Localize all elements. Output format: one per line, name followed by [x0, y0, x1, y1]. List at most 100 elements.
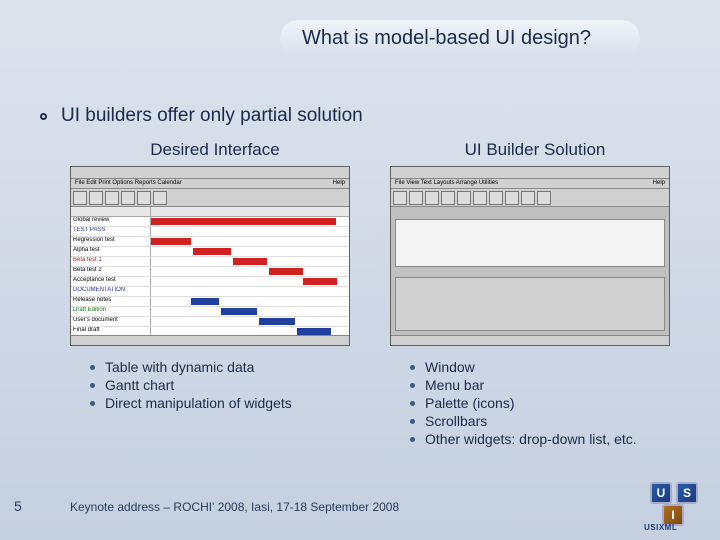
gantt-label: Release notes [71, 297, 151, 306]
gantt-row: Acceptance test [71, 277, 349, 287]
gantt-row: TEST PASS [71, 227, 349, 237]
mock-statusbar [71, 335, 349, 345]
gantt-row: DOCUMENTATION [71, 287, 349, 297]
gantt-label: Acceptance test [71, 277, 151, 286]
list-item: Palette (icons) [410, 394, 680, 412]
logo-block: U [650, 482, 672, 504]
gantt-label: Beta test 2 [71, 267, 151, 276]
mock-titlebar [391, 167, 669, 179]
right-bullets: Window Menu barPalette (icons)Scrollbars O… [410, 358, 680, 448]
list-item: Other widgets: drop-down list, etc. [410, 430, 680, 448]
gantt-row: User's document [71, 317, 349, 327]
gantt-label: Final draft [71, 327, 151, 335]
bullet-icon [40, 113, 47, 120]
gantt-row: Final draft [71, 327, 349, 335]
gantt-row: Alpha test [71, 247, 349, 257]
tool-icon [441, 191, 455, 205]
logo-block: S [676, 482, 698, 504]
builder-solution-screenshot: File View Text Layouts Arrange Utilities… [390, 166, 670, 346]
bullet-icon [90, 401, 95, 406]
bullet-icon [410, 401, 415, 406]
list-item-text: Window [425, 359, 475, 375]
mock-menu-right: Help [333, 180, 345, 187]
list-item: Menu bar [410, 376, 680, 394]
list-item: Direct manipulation of widgets [90, 394, 360, 412]
gantt-bar [297, 328, 331, 335]
tool-icon [521, 191, 535, 205]
gantt-bar [151, 238, 191, 245]
list-item: Window [410, 358, 680, 376]
tool-icon [393, 191, 407, 205]
gantt-label: User's document [71, 317, 151, 326]
gantt-bar [269, 268, 303, 275]
mock-titlebar [71, 167, 349, 179]
mock-menu-left: File View Text Layouts Arrange Utilities [395, 180, 498, 187]
list-item-text: Gantt chart [105, 377, 174, 393]
tool-icon [137, 191, 151, 205]
mock-menubar: File Edit Print Options Reports Calendar… [71, 179, 349, 189]
gantt-label: DOCUMENTATION [71, 287, 151, 296]
list-item: Scrollbars [410, 412, 680, 430]
gantt-bar [303, 278, 337, 285]
list-item-text: Menu bar [425, 377, 484, 393]
two-column-region: Desired Interface File Edit Print Option… [70, 140, 680, 448]
gantt-chart: Global reviewTEST PASSRegression testAlp… [71, 207, 349, 335]
tool-icon [457, 191, 471, 205]
logo-text: USIXML [644, 523, 677, 532]
gantt-label: Global review [71, 217, 151, 226]
usixml-logo: U S I USIXML [642, 482, 706, 530]
mock-menu-right: Help [653, 180, 665, 187]
bullet-icon [90, 365, 95, 370]
page-number: 5 [14, 498, 22, 514]
footer-text: Keynote address – ROCHI' 2008, Iasi, 17-… [70, 500, 399, 514]
tool-icon [73, 191, 87, 205]
gantt-label: Regression test [71, 237, 151, 246]
list-item: Table with dynamic data [90, 358, 360, 376]
bullet-icon [410, 365, 415, 370]
list-item-text: Table with dynamic data [105, 359, 254, 375]
mock-menubar: File View Text Layouts Arrange Utilities… [391, 179, 669, 189]
tool-icon [409, 191, 423, 205]
gantt-bar [191, 298, 219, 305]
left-heading: Desired Interface [70, 140, 360, 160]
gantt-row: Draft Edition [71, 307, 349, 317]
gantt-label: Alpha test [71, 247, 151, 256]
list-item-text: Scrollbars [425, 413, 487, 429]
left-column: Desired Interface File Edit Print Option… [70, 140, 360, 448]
tool-icon [505, 191, 519, 205]
gantt-row: Release notes [71, 297, 349, 307]
gantt-bar [221, 308, 257, 315]
mock-toolbar [391, 189, 669, 207]
tool-icon [489, 191, 503, 205]
tool-icon [153, 191, 167, 205]
bullet-icon [410, 437, 415, 442]
mock-panel [395, 277, 665, 331]
bullet-icon [410, 419, 415, 424]
right-column: UI Builder Solution File View Text Layou… [390, 140, 680, 448]
gantt-label: TEST PASS [71, 227, 151, 236]
tool-icon [89, 191, 103, 205]
gantt-label: Draft Edition [71, 307, 151, 316]
mock-statusbar [391, 335, 669, 345]
bullet-icon [90, 383, 95, 388]
tool-icon [473, 191, 487, 205]
tool-icon [537, 191, 551, 205]
gantt-row: Global review [71, 217, 349, 227]
tool-icon [121, 191, 135, 205]
mock-toolbar [71, 189, 349, 207]
mock-menu-left: File Edit Print Options Reports Calendar [75, 180, 182, 187]
main-bullet: UI builders offer only partial solution [40, 105, 363, 127]
desired-interface-screenshot: File Edit Print Options Reports Calendar… [70, 166, 350, 346]
mock-canvas [395, 219, 665, 267]
list-item: Gantt chart [90, 376, 360, 394]
tool-icon [425, 191, 439, 205]
right-heading: UI Builder Solution [390, 140, 680, 160]
bullet-icon [410, 383, 415, 388]
gantt-row: Beta test 2 [71, 267, 349, 277]
slide-title: What is model-based UI design? [280, 20, 640, 57]
gantt-bar [233, 258, 267, 265]
list-item-text: Other widgets: drop-down list, etc. [425, 431, 637, 447]
gantt-bar [259, 318, 295, 325]
gantt-bar [151, 218, 336, 225]
main-bullet-text: UI builders offer only partial solution [61, 105, 363, 127]
